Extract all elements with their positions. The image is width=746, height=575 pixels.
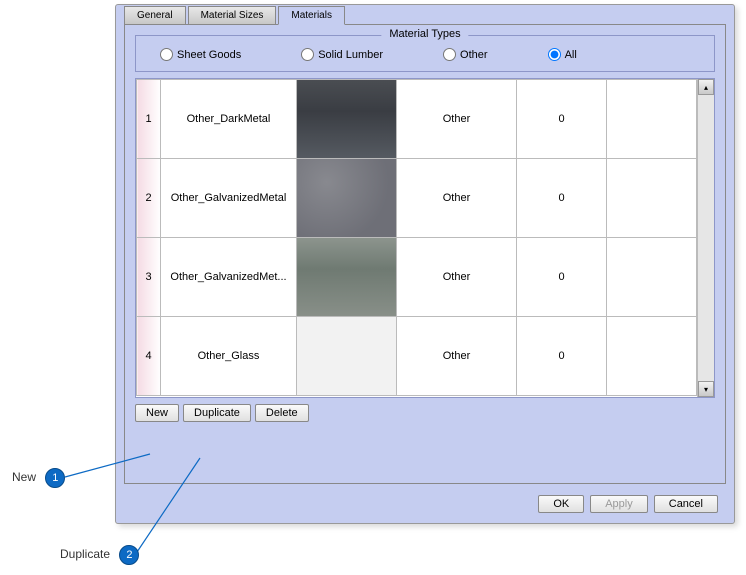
materials-dialog: General Material Sizes Materials Materia… <box>115 4 735 524</box>
radio-solid-lumber-input[interactable] <box>301 48 314 61</box>
dialog-footer: OK Apply Cancel <box>538 495 718 513</box>
material-swatch-cell <box>297 159 397 238</box>
material-swatch <box>297 317 396 395</box>
ok-button[interactable]: OK <box>538 495 584 513</box>
material-types-radios: Sheet Goods Solid Lumber Other All <box>152 44 698 61</box>
tab-panel-materials: Material Types Sheet Goods Solid Lumber … <box>124 24 726 484</box>
empty-cell <box>607 80 697 159</box>
material-types-legend: Material Types <box>381 28 468 40</box>
callout-new-label: New <box>12 470 36 484</box>
material-value-cell: 0 <box>517 80 607 159</box>
material-name-cell: Other_GalvanizedMetal <box>161 159 297 238</box>
radio-other-label: Other <box>460 49 488 61</box>
table-row[interactable]: 2Other_GalvanizedMetal Other0 <box>137 159 697 238</box>
material-name-cell: Other_DarkMetal <box>161 80 297 159</box>
radio-all-label: All <box>565 49 577 61</box>
radio-other-input[interactable] <box>443 48 456 61</box>
material-type-cell: Other <box>397 238 517 317</box>
grid-actions: New Duplicate Delete <box>135 404 715 422</box>
row-number: 4 <box>137 317 161 396</box>
new-button[interactable]: New <box>135 404 179 422</box>
vertical-scrollbar[interactable]: ▴ ▾ <box>697 79 714 397</box>
radio-sheet-goods-input[interactable] <box>160 48 173 61</box>
material-swatch-cell <box>297 317 397 396</box>
duplicate-button[interactable]: Duplicate <box>183 404 251 422</box>
row-number: 2 <box>137 159 161 238</box>
table-row[interactable]: 4Other_Glass Other0 <box>137 317 697 396</box>
materials-grid: 1Other_DarkMetalOther02Other_GalvanizedM… <box>135 78 715 398</box>
material-swatch-cell <box>297 80 397 159</box>
material-name-cell: Other_Glass <box>161 317 297 396</box>
material-type-cell: Other <box>397 80 517 159</box>
material-swatch <box>297 80 396 158</box>
material-type-cell: Other <box>397 317 517 396</box>
material-types-group: Material Types Sheet Goods Solid Lumber … <box>135 35 715 72</box>
callout-new: New 1 <box>12 468 65 488</box>
radio-all-input[interactable] <box>548 48 561 61</box>
material-swatch <box>297 238 396 316</box>
radio-other[interactable]: Other <box>443 48 488 61</box>
material-swatch-cell <box>297 238 397 317</box>
empty-cell <box>607 317 697 396</box>
row-number: 3 <box>137 238 161 317</box>
callout-duplicate-label: Duplicate <box>60 547 110 561</box>
callout-duplicate: Duplicate 2 <box>60 545 139 565</box>
radio-sheet-goods-label: Sheet Goods <box>177 49 241 61</box>
material-swatch <box>297 159 396 237</box>
radio-sheet-goods[interactable]: Sheet Goods <box>160 48 241 61</box>
empty-cell <box>607 159 697 238</box>
material-type-cell: Other <box>397 159 517 238</box>
material-value-cell: 0 <box>517 317 607 396</box>
empty-cell <box>607 238 697 317</box>
cancel-button[interactable]: Cancel <box>654 495 718 513</box>
tab-general[interactable]: General <box>124 6 186 25</box>
tab-material-sizes[interactable]: Material Sizes <box>188 6 277 25</box>
row-number: 1 <box>137 80 161 159</box>
tab-strip: General Material Sizes Materials <box>124 5 734 24</box>
callout-duplicate-badge: 2 <box>119 545 139 565</box>
scroll-up-button[interactable]: ▴ <box>698 79 714 95</box>
radio-solid-lumber[interactable]: Solid Lumber <box>301 48 383 61</box>
material-value-cell: 0 <box>517 238 607 317</box>
material-name-cell: Other_GalvanizedMet... <box>161 238 297 317</box>
delete-button[interactable]: Delete <box>255 404 309 422</box>
tab-materials[interactable]: Materials <box>278 6 345 25</box>
scroll-down-button[interactable]: ▾ <box>698 381 714 397</box>
material-value-cell: 0 <box>517 159 607 238</box>
apply-button[interactable]: Apply <box>590 495 648 513</box>
table-row[interactable]: 1Other_DarkMetal Other0 <box>137 80 697 159</box>
callout-new-badge: 1 <box>45 468 65 488</box>
radio-all[interactable]: All <box>548 48 577 61</box>
table-row[interactable]: 3Other_GalvanizedMet... Other0 <box>137 238 697 317</box>
radio-solid-lumber-label: Solid Lumber <box>318 49 383 61</box>
